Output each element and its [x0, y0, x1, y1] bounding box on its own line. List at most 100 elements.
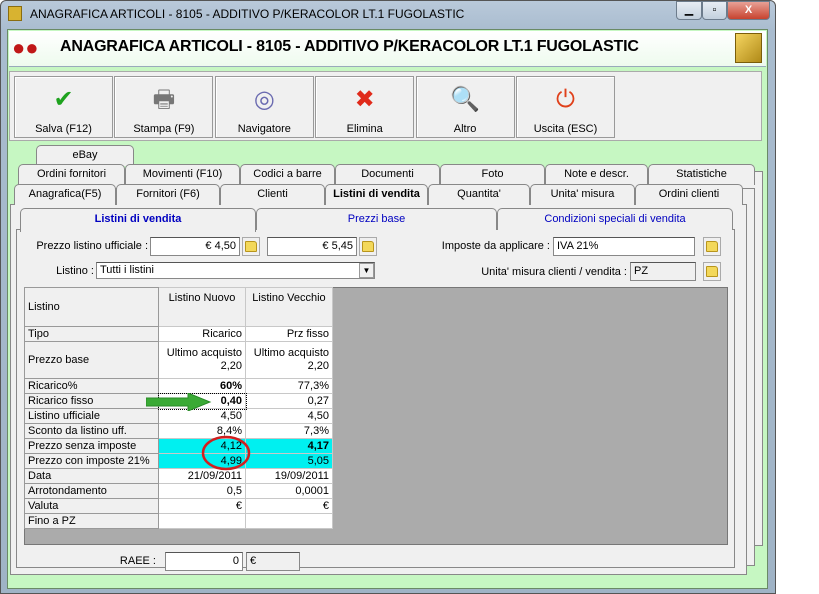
- navigatore-button[interactable]: ◎ Navigatore: [214, 76, 314, 138]
- folder-icon[interactable]: [242, 237, 260, 256]
- cell[interactable]: 4,50: [245, 408, 333, 424]
- row-label: Prezzo con imposte 21%: [24, 453, 159, 469]
- cell[interactable]: 0,27: [245, 393, 333, 409]
- listino-value: Tutti i listini: [100, 264, 154, 276]
- book-search-icon: 🔍: [450, 86, 481, 113]
- imposte-label: Imposte da applicare :: [441, 240, 550, 252]
- green-arrow-annotation: [146, 393, 212, 411]
- row-label: Tipo: [24, 326, 159, 342]
- tab-note-e-descr[interactable]: Note e descr.: [545, 164, 648, 185]
- printer-icon: 🖶: [152, 86, 176, 113]
- raee-input[interactable]: 0: [165, 552, 243, 571]
- table-header: Listino Listino Nuovo Listino Vecchio: [24, 287, 333, 327]
- stampa-button[interactable]: 🖶 Stampa (F9): [114, 76, 214, 138]
- table-row: Data 21/09/2011 19/09/2011: [24, 468, 333, 484]
- row-label: Sconto da listino uff.: [24, 423, 159, 439]
- maximize-button[interactable]: ▫: [702, 1, 727, 20]
- button-label: Altro: [453, 123, 477, 135]
- tab-quantita[interactable]: Quantita': [428, 184, 530, 205]
- cell[interactable]: 19/09/2011: [245, 468, 333, 484]
- cell[interactable]: 0,5: [158, 483, 246, 499]
- salva-button[interactable]: ✔ Salva (F12): [14, 76, 113, 138]
- cell[interactable]: 5,05: [245, 453, 333, 469]
- row-label: Fino a PZ: [24, 513, 159, 529]
- row-label: Prezzo base: [24, 341, 159, 379]
- tab-foto[interactable]: Foto: [440, 164, 545, 185]
- button-label: Salva (F12): [35, 123, 92, 135]
- prezzo-label: Prezzo listino ufficiale :: [36, 240, 148, 252]
- button-label: Navigatore: [237, 123, 291, 135]
- cell[interactable]: [158, 513, 246, 529]
- raee-currency: €: [246, 552, 300, 571]
- table-row: Fino a PZ: [24, 513, 333, 529]
- row-label: Valuta: [24, 498, 159, 514]
- tab-statistiche[interactable]: Statistiche: [648, 164, 755, 185]
- app-icon: [8, 6, 22, 21]
- tab-unita-misura[interactable]: Unita' misura: [530, 184, 635, 205]
- cell[interactable]: 77,3%: [245, 378, 333, 394]
- altro-button[interactable]: 🔍 Altro: [415, 76, 515, 138]
- tab-ordini-clienti[interactable]: Ordini clienti: [635, 184, 743, 205]
- cell[interactable]: €: [158, 498, 246, 514]
- x-icon: ✖: [354, 86, 375, 113]
- raee-label: RAEE :: [119, 555, 156, 567]
- power-icon: ⏻: [556, 86, 575, 113]
- compass-icon: ◎: [253, 86, 275, 113]
- subtab-condizioni-speciali-di-vendita[interactable]: Condizioni speciali di vendita: [497, 208, 733, 230]
- cell[interactable]: 60%: [158, 378, 246, 394]
- tab-ordini-fornitori[interactable]: Ordini fornitori: [18, 164, 125, 185]
- folder-icon[interactable]: [359, 237, 377, 256]
- table-row: Tipo Ricarico Prz fisso: [24, 326, 333, 342]
- tab-movimenti-f10[interactable]: Movimenti (F10): [125, 164, 240, 185]
- table-row: Arrotondamento 0,5 0,0001: [24, 483, 333, 499]
- tab-documenti[interactable]: Documenti: [335, 164, 440, 185]
- strawberry-icon: ●●: [12, 35, 39, 60]
- cell[interactable]: [245, 513, 333, 529]
- elimina-button[interactable]: ✖ Elimina: [315, 76, 415, 138]
- column-header: Listino Nuovo: [158, 287, 246, 327]
- tab-anagrafica-f5[interactable]: Anagrafica(F5): [14, 184, 116, 205]
- prezzo-listino-input[interactable]: € 4,50: [150, 237, 240, 256]
- column-header: Listino: [24, 287, 159, 327]
- tab-clienti[interactable]: Clienti: [220, 184, 325, 205]
- cell[interactable]: Prz fisso: [245, 326, 333, 342]
- cell[interactable]: €: [245, 498, 333, 514]
- button-label: Uscita (ESC): [533, 123, 598, 135]
- table-row: Sconto da listino uff. 8,4% 7,3%: [24, 423, 333, 439]
- folder-icon[interactable]: [703, 237, 721, 256]
- tab-codici-a-barre[interactable]: Codici a barre: [240, 164, 335, 185]
- table-row: Ricarico% 60% 77,3%: [24, 378, 333, 394]
- cell[interactable]: Ultimo acquisto 2,20: [158, 341, 246, 379]
- tab-ebay[interactable]: eBay: [36, 145, 134, 166]
- red-circle-annotation: [201, 435, 251, 471]
- prezzo-ivato-input[interactable]: € 5,45: [267, 237, 357, 256]
- page-title: ANAGRAFICA ARTICOLI - 8105 - ADDITIVO P/…: [60, 38, 639, 55]
- cell[interactable]: 4,17: [245, 438, 333, 454]
- row-label: Prezzo senza imposte: [24, 438, 159, 454]
- column-header: Listino Vecchio: [245, 287, 333, 327]
- tab-listini-di-vendita[interactable]: Listini di vendita: [325, 184, 428, 205]
- cell[interactable]: 7,3%: [245, 423, 333, 439]
- imposte-input[interactable]: IVA 21%: [553, 237, 695, 256]
- button-label: Elimina: [346, 123, 383, 135]
- uscita-button[interactable]: ⏻ Uscita (ESC): [516, 76, 615, 138]
- listino-label: Listino :: [56, 265, 94, 277]
- check-icon: ✔: [53, 86, 74, 113]
- table-row: Valuta € €: [24, 498, 333, 514]
- cell[interactable]: Ricarico: [158, 326, 246, 342]
- close-button[interactable]: X: [727, 1, 770, 20]
- table-row: Prezzo con imposte 21% 4,99 5,05: [24, 453, 333, 469]
- subtab-prezzi-base[interactable]: Prezzi base: [256, 208, 497, 230]
- subtab-listini-di-vendita[interactable]: Listini di vendita: [20, 208, 256, 232]
- folder-icon[interactable]: [703, 262, 721, 281]
- chevron-down-icon[interactable]: ▼: [359, 263, 374, 278]
- listino-select[interactable]: Tutti i listini: [96, 262, 375, 279]
- tab-fornitori-f6[interactable]: Fornitori (F6): [116, 184, 220, 205]
- cell[interactable]: 0,0001: [245, 483, 333, 499]
- minimize-button[interactable]: ▁: [676, 1, 702, 20]
- cell[interactable]: Ultimo acquisto 2,20: [245, 341, 333, 379]
- unita-input[interactable]: PZ: [630, 262, 696, 281]
- table-row: Prezzo base Ultimo acquisto 2,20 Ultimo acq…: [24, 341, 333, 379]
- row-label: Arrotondamento: [24, 483, 159, 499]
- window-title: ANAGRAFICA ARTICOLI - 8105 - ADDITIVO P/…: [30, 7, 465, 21]
